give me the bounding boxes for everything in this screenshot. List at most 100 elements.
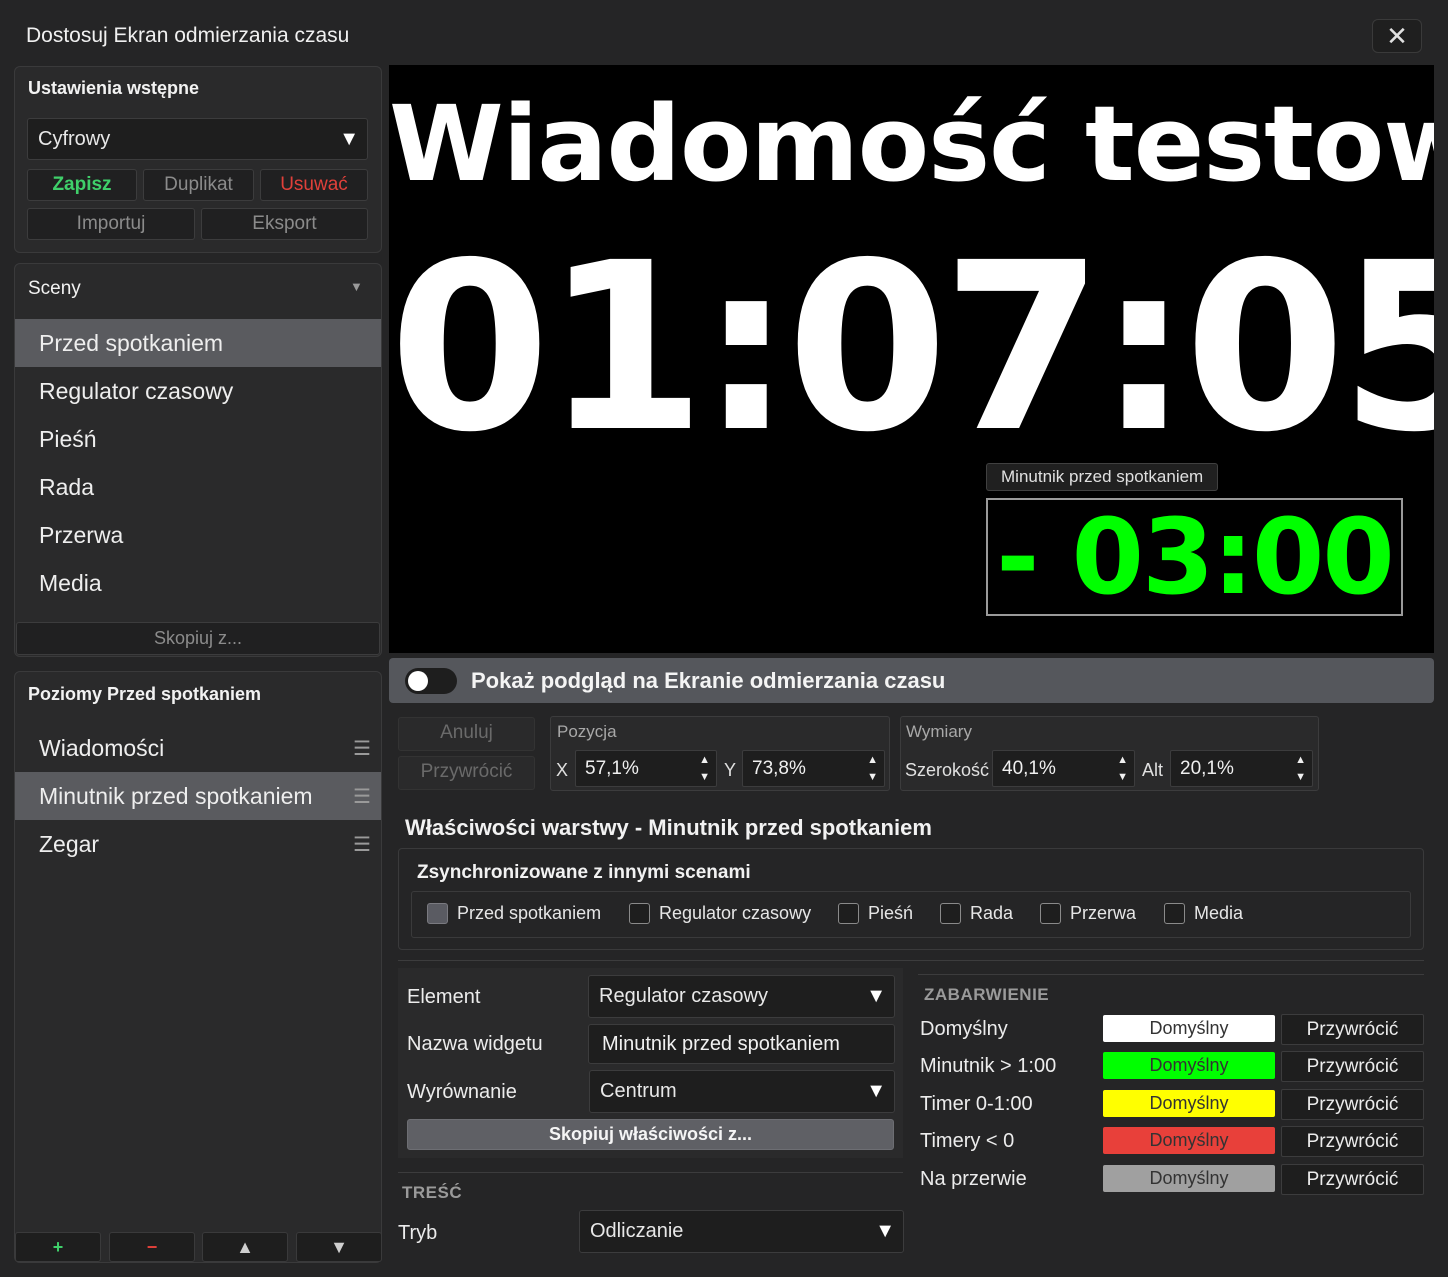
move-down-button[interactable]: ▼ xyxy=(296,1232,382,1262)
color-reset-button[interactable]: Przywrócić xyxy=(1281,1014,1424,1045)
sync-scene-label: Regulator czasowy xyxy=(659,903,812,923)
position-y-value: 73,8% xyxy=(752,757,806,779)
scene-item[interactable]: Przed spotkaniem xyxy=(15,319,381,367)
drag-handle-icon[interactable]: ☰ xyxy=(353,736,371,761)
position-x-value: 57,1% xyxy=(585,757,639,779)
dropdown-arrow-icon: ▼ xyxy=(866,985,886,1007)
drag-handle-icon[interactable]: ☰ xyxy=(353,784,371,809)
scene-item[interactable]: Rada xyxy=(15,463,381,511)
color-swatch-button[interactable]: Domyślny xyxy=(1103,1090,1275,1117)
sync-scene-label: Przed spotkaniem xyxy=(457,903,602,923)
layers-title: Poziomy Przed spotkaniem xyxy=(28,684,262,704)
dropdown-arrow-icon: ▼ xyxy=(339,127,359,150)
spin-up-icon[interactable]: ▲ xyxy=(867,754,878,766)
scene-item[interactable]: Regulator czasowy xyxy=(15,367,381,415)
sync-scene-checkbox[interactable]: Pieśń xyxy=(838,903,913,924)
import-preset-button[interactable]: Importuj xyxy=(27,208,195,240)
checkbox-icon[interactable] xyxy=(838,903,859,924)
height-input[interactable]: 20,1% ▲ ▼ xyxy=(1170,750,1313,787)
preview-message: Wiadomość testowa xyxy=(389,83,1434,205)
spin-up-icon[interactable]: ▲ xyxy=(699,754,710,766)
layer-item-label: Wiadomości xyxy=(39,734,165,761)
drag-handle-icon[interactable]: ☰ xyxy=(353,832,371,857)
remove-layer-button[interactable]: − xyxy=(109,1232,195,1262)
spin-up-icon[interactable]: ▲ xyxy=(1117,754,1128,766)
sync-scene-label: Przerwa xyxy=(1070,903,1137,923)
color-swatch-button[interactable]: Domyślny xyxy=(1103,1015,1275,1042)
delete-preset-button[interactable]: Usuwać xyxy=(260,169,368,201)
color-reset-button[interactable]: Przywrócić xyxy=(1281,1126,1424,1157)
checkbox-icon[interactable] xyxy=(940,903,961,924)
color-reset-button[interactable]: Przywrócić xyxy=(1281,1164,1424,1195)
checkbox-icon[interactable] xyxy=(427,903,448,924)
position-title: Pozycja xyxy=(557,722,617,741)
color-reset-button[interactable]: Przywrócić xyxy=(1281,1051,1424,1082)
layer-item[interactable]: Wiadomości ☰ xyxy=(15,724,381,772)
layer-properties-title: Właściwości warstwy - Minutnik przed spo… xyxy=(405,815,932,840)
color-row-label: Timer 0-1:00 xyxy=(920,1093,1033,1115)
add-layer-button[interactable]: + xyxy=(15,1232,101,1262)
color-reset-button[interactable]: Przywrócić xyxy=(1281,1089,1424,1120)
sync-scene-label: Media xyxy=(1194,903,1244,923)
scene-item[interactable]: Media xyxy=(15,559,381,607)
sync-scene-checkbox[interactable]: Przed spotkaniem xyxy=(427,903,601,924)
sync-scene-list: Przed spotkaniem Regulator czasowy Pieśń Ra… xyxy=(411,891,1411,938)
checkbox-icon[interactable] xyxy=(1040,903,1061,924)
preset-select[interactable]: Cyfrowy ▼ xyxy=(27,118,368,160)
alignment-select[interactable]: Centrum ▼ xyxy=(589,1070,895,1113)
scene-item[interactable]: Pieśń xyxy=(15,415,381,463)
mode-select-value: Odliczanie xyxy=(590,1220,684,1242)
layer-item[interactable]: Minutnik przed spotkaniem ☰ xyxy=(15,772,381,820)
sync-scene-checkbox[interactable]: Media xyxy=(1164,903,1243,924)
sync-scene-checkbox[interactable]: Przerwa xyxy=(1040,903,1136,924)
spin-up-icon[interactable]: ▲ xyxy=(1295,754,1306,766)
scene-item-label: Przerwa xyxy=(39,521,124,548)
mode-label: Tryb xyxy=(398,1222,438,1244)
sync-scene-label: Pieśń xyxy=(868,903,914,923)
checkbox-icon[interactable] xyxy=(629,903,650,924)
copy-from-button[interactable]: Skopiuj z... xyxy=(16,622,380,655)
color-swatch-button[interactable]: Domyślny xyxy=(1103,1165,1275,1192)
widget-name-value: Minutnik przed spotkaniem xyxy=(602,1032,840,1055)
layer-item[interactable]: Zegar ☰ xyxy=(15,820,381,868)
position-y-input[interactable]: 73,8% ▲ ▼ xyxy=(742,750,885,787)
color-swatch-button[interactable]: Domyślny xyxy=(1103,1052,1275,1079)
widget-name-input[interactable]: Minutnik przed spotkaniem xyxy=(588,1024,895,1064)
copy-properties-button[interactable]: Skopiuj właściwości z... xyxy=(407,1119,894,1150)
sync-scene-checkbox[interactable]: Regulator czasowy xyxy=(629,903,811,924)
alignment-select-value: Centrum xyxy=(600,1080,677,1102)
export-preset-button[interactable]: Eksport xyxy=(201,208,368,240)
window-title: Dostosuj Ekran odmierzania czasu xyxy=(26,24,350,47)
scene-item-label: Rada xyxy=(39,473,94,500)
position-y-label: Y xyxy=(724,760,737,780)
scene-item[interactable]: Przerwa xyxy=(15,511,381,559)
scene-item-label: Pieśń xyxy=(39,425,97,452)
dimensions-title: Wymiary xyxy=(906,722,972,741)
close-button[interactable]: ✕ xyxy=(1372,19,1422,53)
position-x-input[interactable]: 57,1% ▲ ▼ xyxy=(575,750,717,787)
spin-down-icon[interactable]: ▼ xyxy=(699,771,710,783)
color-row-label: Timery < 0 xyxy=(920,1130,1015,1152)
element-select[interactable]: Regulator czasowy ▼ xyxy=(588,975,895,1018)
restore-button[interactable]: Przywrócić xyxy=(398,756,535,790)
width-input[interactable]: 40,1% ▲ ▼ xyxy=(992,750,1135,787)
width-value: 40,1% xyxy=(1002,757,1056,779)
spin-down-icon[interactable]: ▼ xyxy=(1117,771,1128,783)
scenes-collapse-icon[interactable]: ▼ xyxy=(350,279,363,294)
duplicate-preset-button[interactable]: Duplikat xyxy=(143,169,254,201)
sync-title: Zsynchronizowane z innymi scenami xyxy=(417,862,751,883)
scene-item-label: Przed spotkaniem xyxy=(39,329,224,356)
position-x-label: X xyxy=(556,760,569,780)
color-swatch-button[interactable]: Domyślny xyxy=(1103,1127,1275,1154)
spin-down-icon[interactable]: ▼ xyxy=(1295,771,1306,783)
sync-scene-checkbox[interactable]: Rada xyxy=(940,903,1013,924)
checkbox-icon[interactable] xyxy=(1164,903,1185,924)
preview-widget-selected[interactable]: - 03:00 xyxy=(986,498,1403,616)
scene-item-label: Media xyxy=(39,569,102,596)
preview-toggle-switch[interactable] xyxy=(405,668,457,694)
cancel-button[interactable]: Anuluj xyxy=(398,717,535,751)
spin-down-icon[interactable]: ▼ xyxy=(867,771,878,783)
save-preset-button[interactable]: Zapisz xyxy=(27,169,137,201)
move-up-button[interactable]: ▲ xyxy=(202,1232,288,1262)
mode-select[interactable]: Odliczanie ▼ xyxy=(579,1210,904,1253)
